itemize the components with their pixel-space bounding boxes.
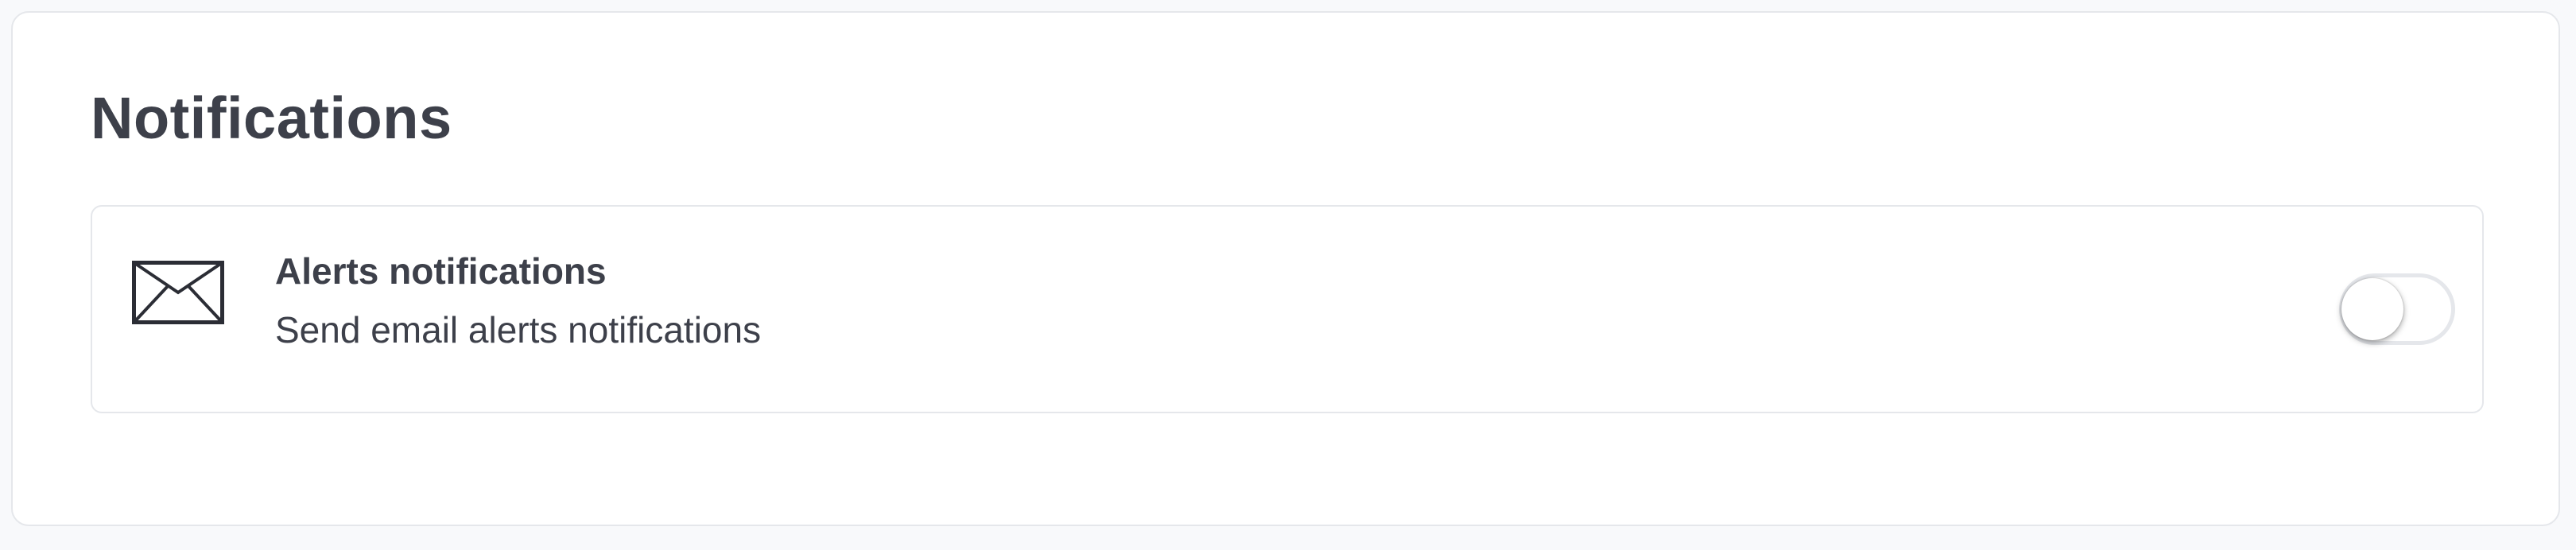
setting-description: Send email alerts notifications <box>275 309 762 351</box>
alerts-notifications-toggle[interactable] <box>2339 273 2455 345</box>
section-title: Notifications <box>91 85 452 151</box>
notifications-card: Notifications Alerts notifications Send … <box>11 11 2560 526</box>
envelope-icon <box>132 261 224 324</box>
setting-title: Alerts notifications <box>275 250 607 292</box>
toggle-knob <box>2341 278 2403 340</box>
alerts-notifications-row: Alerts notifications Send email alerts n… <box>91 205 2484 413</box>
